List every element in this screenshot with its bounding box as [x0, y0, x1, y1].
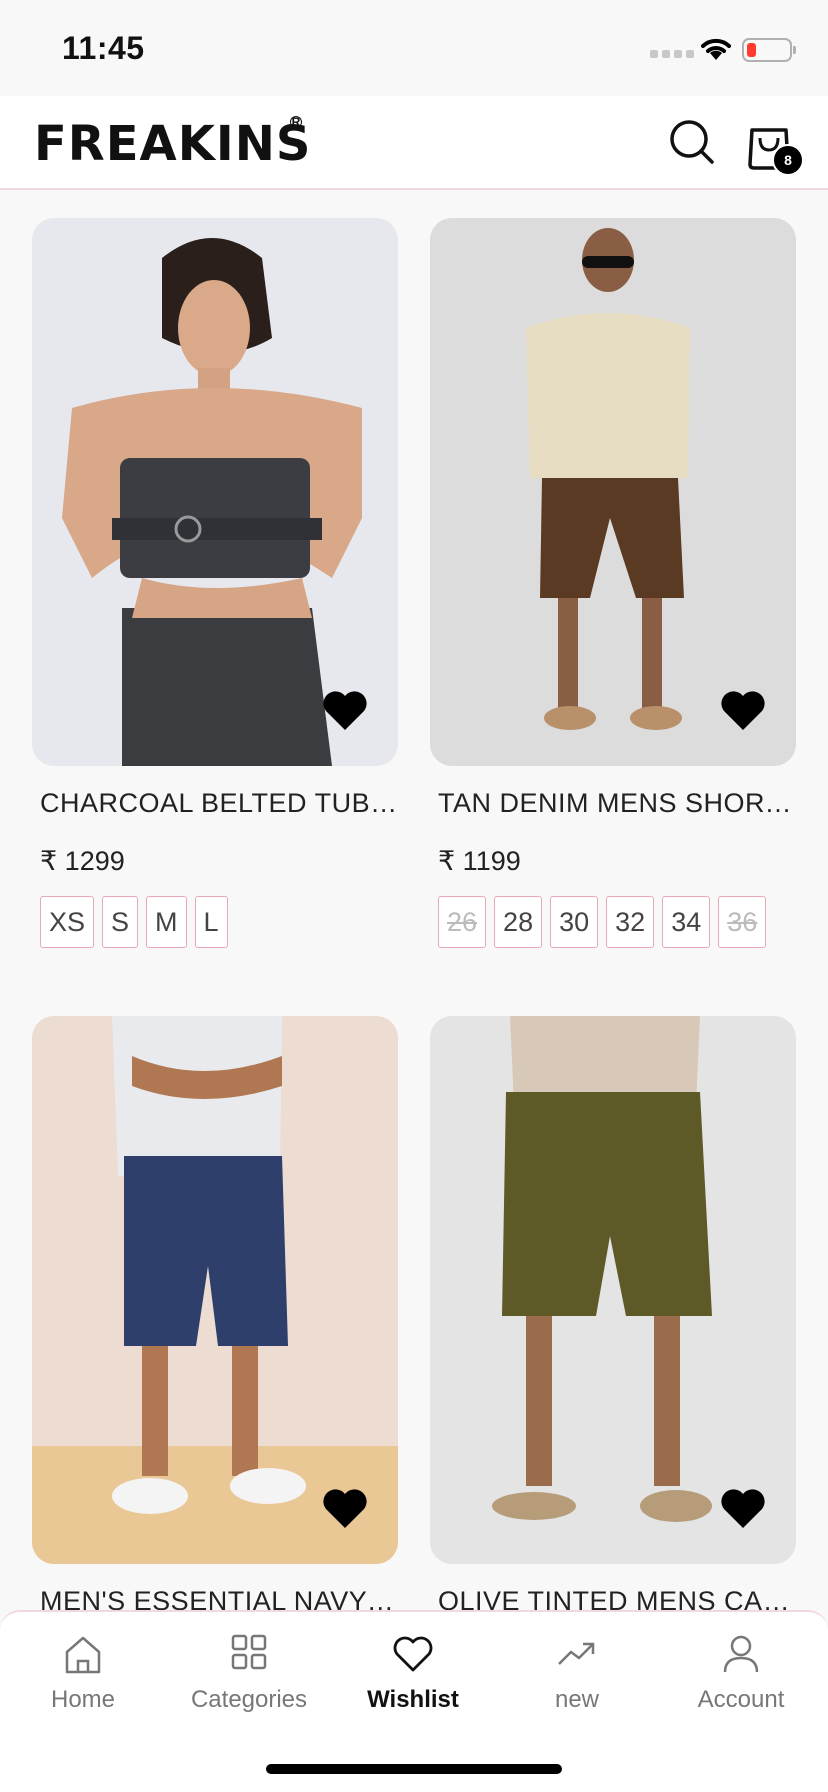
status-bar: 11:45	[0, 0, 828, 96]
size-option[interactable]: XS	[40, 896, 95, 948]
product-card[interactable]: TAN DENIM MENS SHORTS ₹ 1199 26 28 30 32…	[430, 218, 798, 948]
wifi-icon	[701, 38, 731, 60]
trending-up-icon	[558, 1642, 595, 1665]
size-option[interactable]: 28	[494, 896, 543, 948]
nav-item-categories[interactable]: Categories	[174, 1612, 324, 1732]
cellular-signal-icon	[650, 50, 694, 58]
product-image[interactable]	[430, 218, 796, 766]
grid-icon	[231, 1634, 267, 1670]
nav-label: Wishlist	[367, 1686, 459, 1713]
size-option[interactable]: 34	[662, 896, 711, 948]
product-name[interactable]: TAN DENIM MENS SHORTS	[438, 788, 798, 819]
product-card[interactable]: CHARCOAL BELTED TUBE... ₹ 1299 XS S M L	[32, 218, 400, 948]
product-image[interactable]	[430, 1016, 796, 1564]
user-icon	[723, 1635, 759, 1673]
wishlist-heart-icon[interactable]	[322, 690, 368, 732]
app-header: FREAKINS R 8	[0, 96, 828, 190]
nav-item-home[interactable]: Home	[8, 1612, 158, 1732]
size-options: XS S M L	[40, 896, 398, 950]
product-photo-olive-cargo-shorts	[430, 1016, 796, 1564]
wishlist-heart-icon[interactable]	[720, 690, 766, 732]
nav-item-wishlist[interactable]: Wishlist	[338, 1612, 488, 1732]
heart-icon	[393, 1636, 433, 1672]
cart-count-badge: 8	[772, 144, 804, 176]
nav-item-new[interactable]: new	[502, 1612, 652, 1732]
size-option[interactable]: M	[146, 896, 187, 948]
home-icon	[65, 1636, 101, 1674]
product-price: ₹ 1199	[438, 846, 521, 876]
search-icon[interactable]	[668, 118, 716, 166]
size-option[interactable]: 32	[606, 896, 655, 948]
product-photo-charcoal-tube-top	[32, 218, 398, 766]
size-options: 26 28 30 32 34 36	[438, 896, 796, 950]
product-name[interactable]: CHARCOAL BELTED TUBE...	[40, 788, 400, 819]
brand-logo[interactable]: FREAKINS	[34, 116, 311, 172]
nav-item-account[interactable]: Account	[666, 1612, 816, 1732]
nav-label: Home	[50, 1686, 116, 1713]
product-photo-navy-cargo-shorts	[32, 1016, 398, 1564]
product-image[interactable]	[32, 1016, 398, 1564]
product-price: ₹ 1299	[40, 846, 125, 876]
product-name[interactable]: OLIVE TINTED MENS CAR...	[438, 1586, 798, 1610]
product-photo-tan-denim-shorts	[430, 218, 796, 766]
product-image[interactable]	[32, 218, 398, 766]
product-card[interactable]: OLIVE TINTED MENS CAR...	[430, 1016, 798, 1610]
product-card[interactable]: MEN'S ESSENTIAL NAVY B...	[32, 1016, 400, 1610]
status-time: 11:45	[62, 30, 145, 66]
registered-mark: R	[290, 115, 302, 129]
size-option[interactable]: S	[102, 896, 139, 948]
size-option[interactable]: 30	[550, 896, 599, 948]
size-option[interactable]: L	[194, 896, 228, 948]
home-indicator[interactable]	[266, 1764, 562, 1774]
size-option-unavailable: 36	[718, 896, 767, 948]
nav-label: new	[554, 1686, 600, 1713]
wishlist-heart-icon[interactable]	[720, 1488, 766, 1530]
nav-label: Account	[697, 1686, 785, 1713]
product-name[interactable]: MEN'S ESSENTIAL NAVY B...	[40, 1586, 400, 1610]
wishlist-product-grid: CHARCOAL BELTED TUBE... ₹ 1299 XS S M L	[0, 190, 828, 1610]
size-option-unavailable: 26	[438, 896, 487, 948]
wishlist-heart-icon[interactable]	[322, 1488, 368, 1530]
nav-label: Categories	[190, 1686, 308, 1713]
battery-icon	[742, 38, 796, 62]
